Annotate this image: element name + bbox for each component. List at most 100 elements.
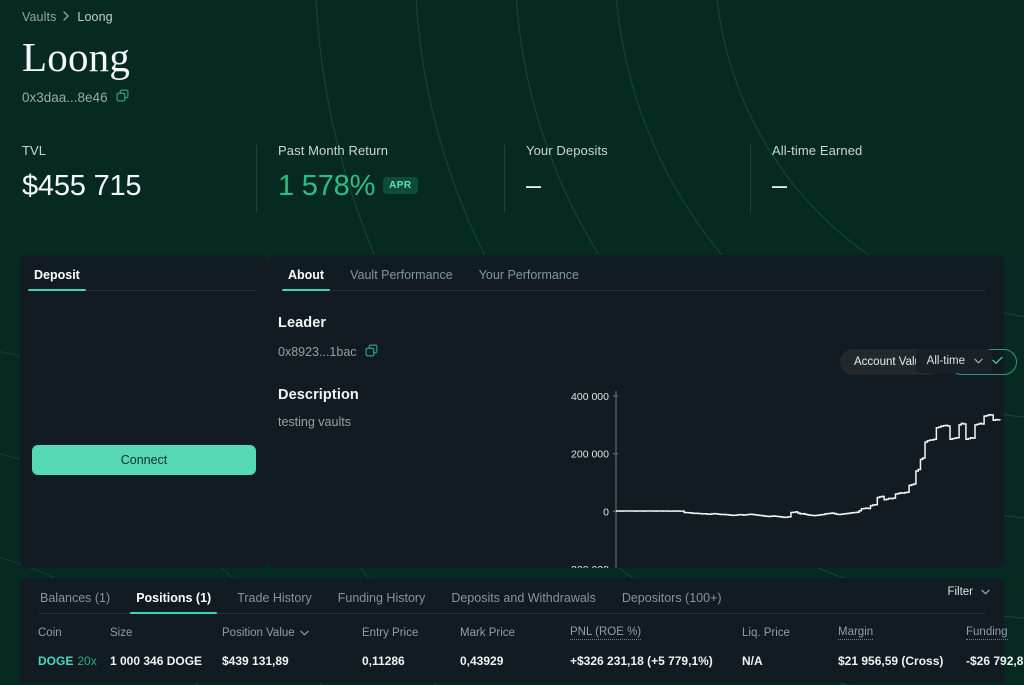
filter-select[interactable]: Filter	[947, 586, 990, 598]
table-row[interactable]: DOGE 20x 1 000 346 DOGE $439 131,89 0,112…	[38, 640, 1024, 668]
chart-y-axis: 400 000 200 000 0 -200 000	[568, 391, 618, 568]
chart-region: Account Value PNL All-time 400 000	[548, 291, 1017, 568]
col-label: Coin	[38, 627, 62, 639]
deposit-body: Connect	[20, 291, 268, 568]
col-liq-price[interactable]: Liq. Price	[742, 614, 838, 640]
stat-label: TVL	[22, 143, 47, 158]
tab-your-performance[interactable]: Your Performance	[477, 268, 581, 291]
cell-mark-price: 0,43929	[460, 654, 504, 668]
copy-icon[interactable]	[116, 89, 129, 105]
stat-all-time-earned: All-time Earned –	[750, 143, 1024, 215]
chart-range-select[interactable]: All-time	[915, 349, 992, 373]
chart-y-tick-label: 200 000	[571, 449, 609, 461]
check-icon	[992, 356, 1003, 368]
chevron-down-icon	[299, 627, 309, 639]
leader-address: 0x8923...1bac	[278, 345, 357, 359]
cell-entry-price: 0,11286	[362, 654, 405, 668]
stat-value: 1 578% APR	[278, 170, 504, 203]
chevron-down-icon	[974, 355, 983, 367]
col-label: Margin	[838, 626, 874, 638]
tab-vault-performance[interactable]: Vault Performance	[348, 268, 455, 291]
stat-your-deposits: Your Deposits –	[504, 143, 750, 215]
table-tabbar: Balances (1) Positions (1) Trade History…	[20, 578, 1004, 614]
page-title: Loong	[22, 34, 131, 80]
breadcrumb-current: Loong	[77, 10, 113, 24]
leader-heading: Leader	[278, 315, 327, 331]
table-header-row: Coin Size Position Value Entry Price Mar…	[38, 614, 1024, 640]
coin-leverage: 20x	[77, 654, 97, 668]
col-position-value[interactable]: Position Value	[222, 614, 362, 640]
about-body: Leader 0x8923...1bac Description testing…	[268, 291, 1017, 568]
copy-icon[interactable]	[365, 344, 378, 360]
filter-label: Filter	[947, 586, 973, 598]
cell-pnl: +$326 231,18 (+5 779,1%)	[570, 654, 713, 668]
stat-value: –	[526, 170, 541, 200]
deposit-panel: Deposit Connect	[20, 255, 268, 568]
chart-y-tick-label: -200 000	[568, 564, 610, 568]
tab-trade-history[interactable]: Trade History	[235, 591, 314, 614]
chart-y-tick-label: 400 000	[571, 391, 609, 403]
stat-past-month-return: Past Month Return 1 578% APR	[256, 143, 504, 215]
vault-address: 0x3daa...8e46	[22, 89, 108, 105]
col-label: Liq. Price	[742, 627, 790, 639]
col-pnl-roe[interactable]: PNL (ROE %)	[570, 614, 742, 640]
col-label: PNL (ROE %)	[570, 626, 642, 638]
tab-funding-history[interactable]: Funding History	[336, 591, 428, 614]
about-info-column: Leader 0x8923...1bac Description testing…	[268, 291, 548, 568]
about-panel: About Vault Performance Your Performance…	[268, 255, 1017, 568]
tab-balances[interactable]: Balances (1)	[38, 591, 112, 614]
page-header: Vaults Loong Loong 0x3daa...8e46	[22, 10, 130, 105]
tab-about[interactable]: About	[281, 268, 331, 291]
chevron-right-icon	[63, 10, 70, 24]
deposit-tabbar: Deposit	[20, 255, 268, 291]
cell-coin: DOGE 20x	[38, 640, 110, 668]
chevron-down-icon	[981, 586, 990, 598]
vault-address-row: 0x3daa...8e46	[22, 89, 130, 105]
stats-row: TVL $455 715 Past Month Return 1 578% APR…	[0, 143, 1024, 215]
coin-symbol: DOGE	[38, 654, 74, 668]
positions-table-wrap: Coin Size Position Value Entry Price Mar…	[20, 614, 1024, 668]
positions-table: Coin Size Position Value Entry Price Mar…	[38, 614, 1024, 668]
breadcrumb: Vaults Loong	[22, 10, 130, 24]
tab-deposit[interactable]: Deposit	[28, 268, 86, 291]
vault-detail-page: Vaults Loong Loong 0x3daa...8e46 TVL $45…	[0, 0, 1024, 685]
tab-deposits-withdrawals[interactable]: Deposits and Withdrawals	[449, 591, 598, 614]
leader-address-row: 0x8923...1bac	[278, 344, 548, 360]
stat-value: –	[772, 170, 787, 200]
col-label: Mark Price	[460, 627, 515, 639]
stat-value: $455 715	[22, 170, 142, 202]
chart-y-tick-label: 0	[603, 506, 609, 518]
stat-tvl: TVL $455 715	[0, 143, 256, 215]
stat-label: Your Deposits	[526, 143, 608, 158]
col-size[interactable]: Size	[110, 614, 222, 640]
col-label: Funding	[966, 626, 1008, 638]
col-funding[interactable]: Funding	[966, 614, 1024, 640]
col-label: Entry Price	[362, 627, 419, 639]
stat-value-text: 1 578%	[278, 170, 376, 202]
breadcrumb-root-link[interactable]: Vaults	[22, 10, 56, 24]
col-coin[interactable]: Coin	[38, 614, 110, 640]
description-text: testing vaults	[278, 415, 351, 429]
apr-badge: APR	[383, 177, 418, 194]
cell-margin: $21 956,59 (Cross)	[838, 654, 944, 668]
col-margin[interactable]: Margin	[838, 614, 966, 640]
about-tabbar: About Vault Performance Your Performance	[268, 255, 1004, 291]
chart-series-line	[616, 413, 1001, 519]
pnl-line-chart: 400 000 200 000 0 -200 000	[568, 391, 1001, 568]
stat-label: All-time Earned	[772, 143, 863, 158]
tab-depositors[interactable]: Depositors (100+)	[620, 591, 724, 614]
cell-size: 1 000 346 DOGE	[110, 654, 203, 668]
col-label: Size	[110, 627, 133, 639]
col-entry-price[interactable]: Entry Price	[362, 614, 460, 640]
cell-liq-price: N/A	[742, 654, 763, 668]
col-label: Position Value	[222, 627, 295, 639]
connect-button[interactable]: Connect	[32, 445, 256, 475]
col-mark-price[interactable]: Mark Price	[460, 614, 570, 640]
cell-funding: -$26 792,81	[966, 654, 1024, 668]
cell-position-value: $439 131,89	[222, 654, 289, 668]
chart-range-value: All-time	[926, 355, 965, 367]
tab-positions[interactable]: Positions (1)	[130, 591, 218, 614]
stat-label: Past Month Return	[278, 143, 389, 158]
positions-panel: Balances (1) Positions (1) Trade History…	[20, 578, 1024, 683]
description-heading: Description	[278, 387, 359, 403]
